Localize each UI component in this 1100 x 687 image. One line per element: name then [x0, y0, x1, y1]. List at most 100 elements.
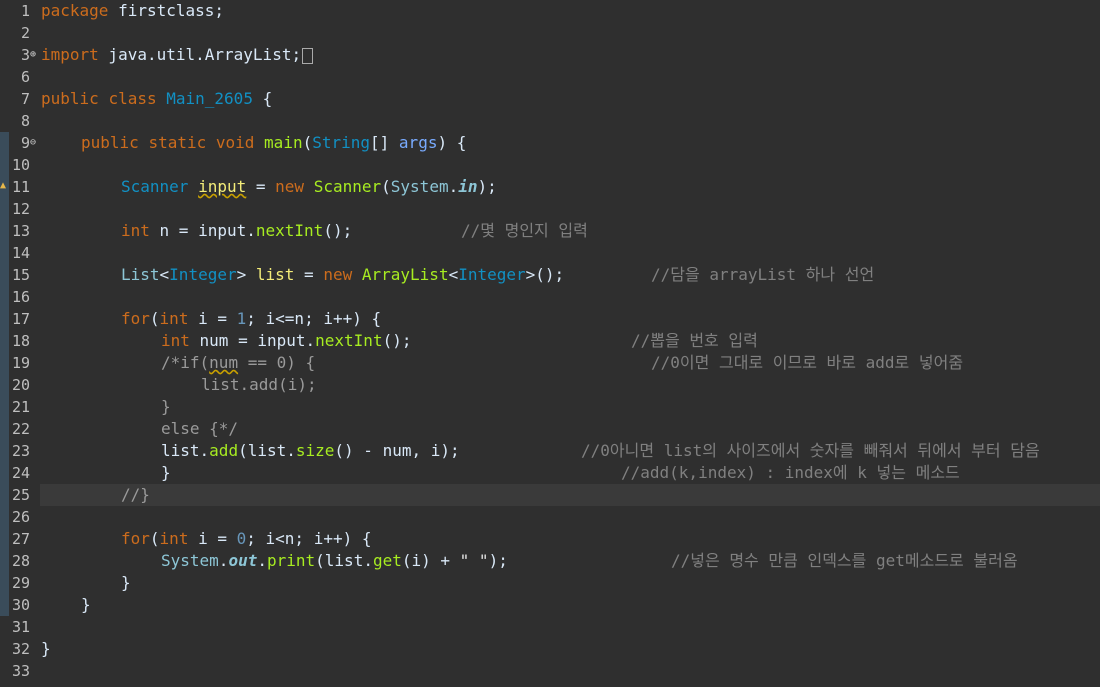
line-number: 28 [11, 552, 30, 570]
type-name: List [121, 265, 160, 284]
code-line[interactable]: public class Main_2605 { [41, 88, 272, 110]
keyword: int [161, 331, 190, 350]
code-line[interactable]: } [81, 594, 91, 616]
code-text: . [448, 177, 459, 196]
code-text: ; i<=n; i++) { [246, 309, 382, 328]
warning-marker-icon[interactable]: ▲ [0, 180, 9, 192]
keyword: class [108, 89, 157, 108]
code-text: i = [188, 529, 237, 548]
code-line[interactable]: List<Integer> list = new ArrayList<Integ… [121, 264, 564, 286]
line-number: 10 [11, 156, 30, 174]
constructor-name: ArrayList [361, 265, 449, 284]
fold-expand-icon[interactable]: ⊕ [30, 44, 39, 66]
code-text: () - num, i); [334, 441, 460, 460]
keyword: void [215, 133, 255, 152]
constructor-name: Scanner [313, 177, 382, 196]
variable: list [246, 265, 295, 284]
static-field: out [228, 551, 258, 570]
code-text: . [218, 551, 229, 570]
code-text: (list. [238, 441, 296, 460]
code-text: > [236, 265, 247, 284]
static-field: in [458, 177, 478, 196]
code-line[interactable]: int num = input.nextInt(); [161, 330, 411, 352]
code-text: [] [370, 133, 399, 152]
code-text: (i) + [401, 551, 460, 570]
code-line[interactable]: } [41, 638, 51, 660]
keyword: public [81, 133, 139, 152]
comment: == 0) { [238, 353, 316, 372]
keyword: package [41, 1, 109, 20]
line-number: 16 [11, 288, 30, 306]
variable-with-warning: input [198, 177, 247, 196]
line-number: 30 [11, 596, 30, 614]
keyword: new [275, 177, 305, 196]
line-number: 12 [11, 200, 30, 218]
comment: /*if( [161, 353, 210, 372]
method-name: nextInt [315, 331, 383, 350]
line-number: 21 [11, 398, 30, 416]
code-line[interactable]: list.add(list.size() - num, i); [161, 440, 460, 462]
keyword: int [121, 221, 150, 240]
line-number: 20 [11, 376, 30, 394]
keyword: import [41, 45, 99, 64]
code-line[interactable]: public static void main(String[] args) { [81, 132, 466, 154]
line-number: 25 [11, 486, 30, 504]
code-text: ) { [437, 133, 467, 152]
type-name: Integer [458, 265, 526, 284]
string-literal: " " [459, 551, 489, 570]
line-number: 14 [11, 244, 30, 262]
keyword: new [323, 265, 353, 284]
code-text: list. [161, 441, 210, 460]
code-editor[interactable]: 1 2 3 ⊕ 6 7 8 9 ⊖ 10 11 ▲ 12 13 14 15 16… [0, 0, 1100, 687]
line-number: 29 [11, 574, 30, 592]
code-text: num = input. [189, 331, 316, 350]
code-line[interactable]: for(int i = 0; i<n; i++) { [121, 528, 372, 550]
method-name: add [209, 441, 239, 460]
type-name: Scanner [121, 177, 189, 196]
code-text: = [294, 265, 324, 284]
code-line[interactable]: Scanner input = new Scanner(System.in); [121, 176, 497, 198]
code-text: >(); [525, 265, 565, 284]
comment: else {*/ [161, 419, 239, 438]
fold-collapse-icon[interactable]: ⊖ [30, 132, 39, 154]
code-text: ( [302, 133, 313, 152]
keyword: int [159, 309, 189, 328]
class-name: Main_2605 [166, 89, 253, 108]
code-text: = [246, 177, 276, 196]
code-text: n = input. [149, 221, 256, 240]
code-text: (); [323, 221, 353, 240]
code-line[interactable]: for(int i = 1; i<=n; i++) { [121, 308, 381, 330]
comment: //넣은 명수 만큼 인덱스를 get메소드로 불러옴 [671, 551, 1018, 570]
comment: } [161, 397, 171, 416]
folded-imports-box[interactable] [302, 47, 314, 64]
comment: //0이면 그대로 이므로 바로 add로 넣어줌 [651, 353, 964, 372]
type-name: Integer [169, 265, 237, 284]
code-text: ( [149, 529, 160, 548]
code-text: firstclass; [108, 1, 225, 20]
line-number: 32 [11, 640, 30, 658]
method-name: print [266, 551, 316, 570]
method-name: size [295, 441, 335, 460]
parameter: args [398, 133, 438, 152]
comment: //몇 명인지 입력 [461, 221, 588, 240]
code-text: { [252, 89, 273, 108]
line-number: 9 [20, 134, 30, 152]
code-line[interactable]: import java.util.ArrayList; [41, 44, 314, 66]
comment: //담을 arrayList 하나 선언 [651, 265, 875, 284]
code-line[interactable]: package firstclass; [41, 0, 224, 22]
code-line[interactable]: /*if(num == 0) { [161, 352, 315, 374]
type-name: System [390, 177, 449, 196]
code-line[interactable]: } [161, 462, 171, 484]
code-line[interactable]: int n = input.nextInt(); [121, 220, 352, 242]
code-text: i = [188, 309, 237, 328]
keyword: int [159, 529, 189, 548]
code-line[interactable]: System.out.print(list.get(i) + " "); [161, 550, 508, 572]
line-number: 23 [11, 442, 30, 460]
line-number: 19 [11, 354, 30, 372]
comment: //뽑을 번호 입력 [631, 331, 758, 350]
current-line-highlight [40, 484, 1100, 506]
code-text: < [159, 265, 170, 284]
method-name: nextInt [255, 221, 324, 240]
code-line[interactable]: } [121, 572, 131, 594]
method-name: main [264, 133, 303, 152]
